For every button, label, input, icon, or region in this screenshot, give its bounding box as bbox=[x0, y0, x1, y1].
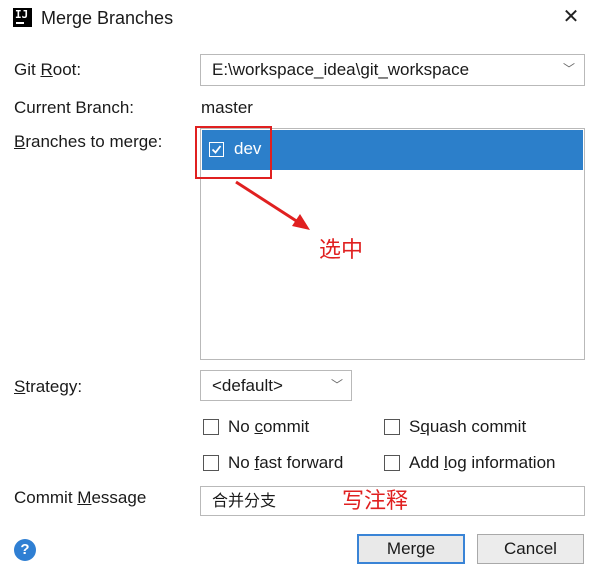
cancel-button[interactable]: Cancel bbox=[477, 534, 584, 564]
branches-to-merge-label: Branches to merge: bbox=[14, 132, 163, 151]
merge-button[interactable]: Merge bbox=[357, 534, 465, 564]
chevron-down-icon: ﹀ bbox=[331, 378, 344, 392]
git-root-value: E:\workspace_idea\git_workspace bbox=[212, 60, 470, 79]
current-branch-label: Current Branch: bbox=[14, 98, 134, 117]
annotation-highlight-box bbox=[195, 126, 272, 179]
add-log-information-label: Add log information bbox=[409, 453, 556, 472]
annotation-select-text: 选中 bbox=[319, 237, 364, 262]
annotation-arrow-icon bbox=[235, 180, 310, 230]
close-icon[interactable]: ✕ bbox=[559, 4, 583, 30]
git-root-label: Git Root: bbox=[14, 60, 82, 79]
commit-message-value: 合并分支 bbox=[212, 493, 277, 510]
checkbox-box[interactable] bbox=[384, 455, 400, 471]
checkbox-box[interactable] bbox=[203, 455, 219, 471]
checkbox-box[interactable] bbox=[384, 419, 400, 435]
title-bar: IJ Merge Branches ✕ bbox=[0, 0, 604, 38]
chevron-down-icon: ﹀ bbox=[563, 62, 576, 76]
strategy-label: Strategy: bbox=[14, 377, 83, 396]
no-commit-label: No commit bbox=[228, 417, 310, 436]
strategy-value: <default> bbox=[212, 376, 283, 395]
commit-message-label: Commit Message bbox=[14, 488, 147, 507]
git-root-dropdown[interactable]: E:\workspace_idea\git_workspace ﹀ bbox=[200, 54, 585, 86]
checkbox-box[interactable] bbox=[203, 419, 219, 435]
no-fast-forward-label: No fast forward bbox=[228, 453, 344, 472]
squash-commit-label: Squash commit bbox=[409, 417, 527, 436]
annotation-comment-text: 写注释 bbox=[342, 488, 409, 513]
help-icon[interactable]: ? bbox=[14, 539, 36, 561]
dialog-title: Merge Branches bbox=[41, 8, 174, 28]
intellij-app-icon: IJ bbox=[13, 8, 32, 27]
strategy-dropdown[interactable]: <default> ﹀ bbox=[200, 370, 352, 401]
merge-branches-dialog: IJ Merge Branches ✕ Git Root: E:\workspa… bbox=[0, 0, 604, 580]
current-branch-value: master bbox=[201, 98, 253, 117]
